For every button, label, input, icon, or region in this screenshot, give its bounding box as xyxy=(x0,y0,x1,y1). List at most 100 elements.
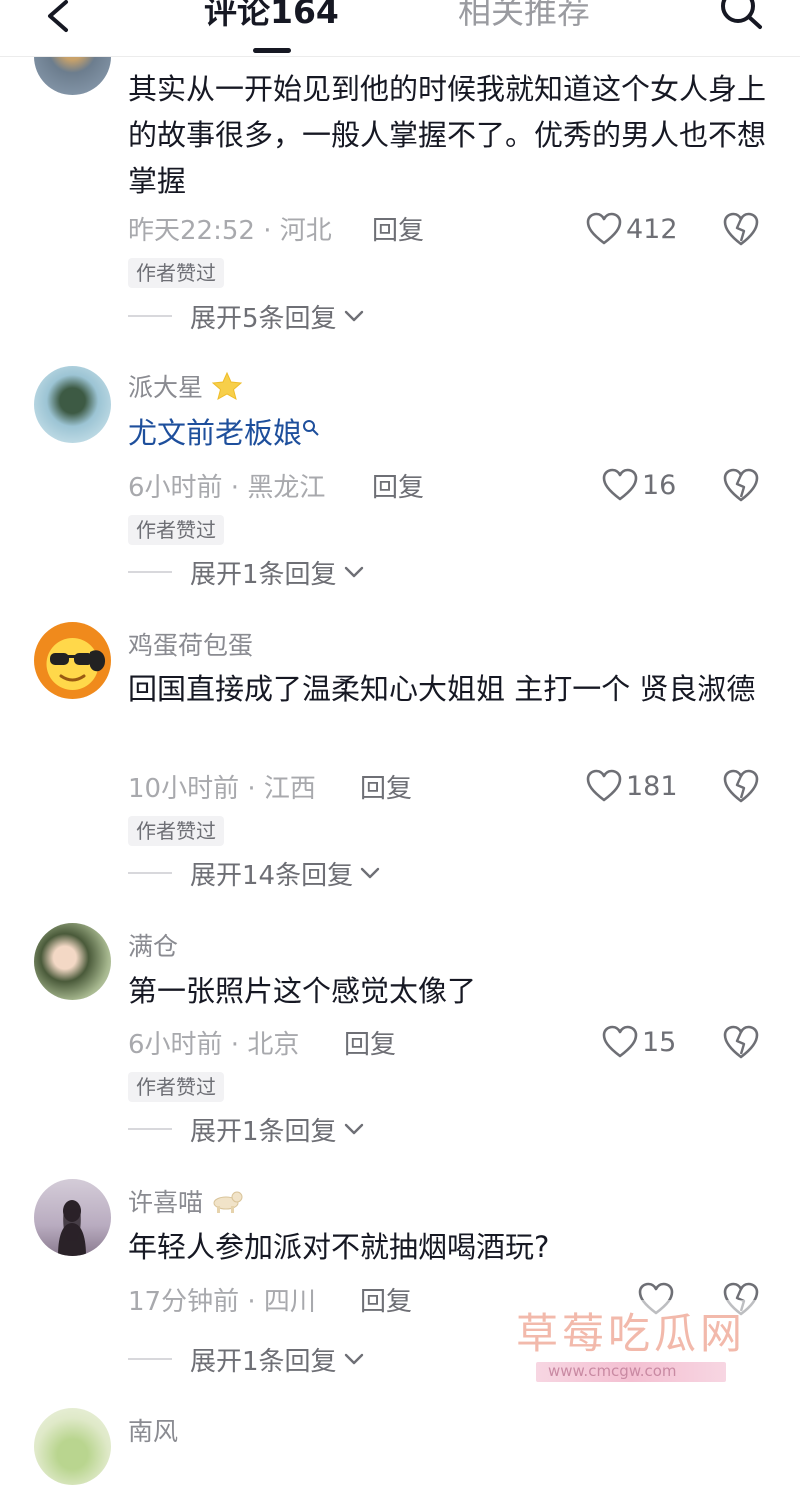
active-tab-indicator xyxy=(253,48,291,53)
reply-button[interactable]: 回复 xyxy=(360,1281,412,1318)
dislike-button[interactable] xyxy=(722,1024,760,1060)
heart-icon xyxy=(586,769,622,802)
divider-dash xyxy=(128,872,172,874)
meta-separator: · xyxy=(222,1030,248,1060)
broken-heart-icon xyxy=(723,212,759,246)
comment-header: 评论164 相关推荐 xyxy=(0,0,800,57)
expand-replies-button[interactable]: 展开1条回复 xyxy=(128,554,365,590)
dislike-button[interactable] xyxy=(722,467,760,503)
avatar[interactable] xyxy=(34,366,111,443)
comment-text: 尤文前老板娘 xyxy=(128,410,768,456)
chevron-down-icon xyxy=(344,1123,363,1135)
heart-icon xyxy=(602,468,638,501)
heart-icon xyxy=(586,212,622,245)
like-button[interactable]: 412 xyxy=(586,211,678,247)
expand-replies-label: 展开5条回复 xyxy=(190,303,337,334)
avatar[interactable] xyxy=(34,622,111,699)
search-keyword-link[interactable]: 尤文前老板娘 xyxy=(128,416,302,450)
chevron-down-icon xyxy=(344,310,363,322)
meta-separator: · xyxy=(222,473,248,503)
chevron-down-icon xyxy=(344,1353,363,1365)
heart-icon xyxy=(602,1025,638,1058)
comment-text: 第一张照片这个感觉太像了 xyxy=(128,974,477,1008)
sunglasses-smiley-icon xyxy=(46,638,106,690)
divider-dash xyxy=(128,315,172,317)
reply-button[interactable]: 回复 xyxy=(372,210,424,247)
author-liked-badge: 作者赞过 xyxy=(128,1072,224,1102)
expand-replies-label: 展开14条回复 xyxy=(190,860,354,891)
like-count: 412 xyxy=(626,213,678,245)
dislike-button[interactable] xyxy=(722,768,760,804)
watermark: 草莓吃瓜网 www.cmcgw.com xyxy=(468,1300,800,1390)
comment-meta: 6小时前 · 黑龙江 xyxy=(128,467,325,504)
comment-time: 昨天22:52 xyxy=(128,216,255,246)
comment-location: 黑龙江 xyxy=(247,473,326,503)
username-text: 许喜喵 xyxy=(128,1188,204,1217)
comment-time: 10小时前 xyxy=(128,774,240,804)
reply-button[interactable]: 回复 xyxy=(344,1024,396,1061)
comment-text: 其实从一开始见到他的时候我就知道这个女人身上的故事很多，一般人掌握不了。优秀的男… xyxy=(128,72,767,198)
chevron-down-icon xyxy=(360,867,380,879)
comment-meta: 17分钟前 · 四川 xyxy=(128,1281,316,1318)
like-button[interactable]: 15 xyxy=(602,1024,676,1060)
meta-separator: · xyxy=(239,774,264,804)
meta-separator: · xyxy=(254,216,280,246)
broken-heart-icon xyxy=(723,468,759,502)
comment-meta: 6小时前 · 北京 xyxy=(128,1024,299,1061)
like-count: 181 xyxy=(626,770,678,802)
tab-comments[interactable]: 评论164 xyxy=(204,0,339,32)
watermark-title: 草莓吃瓜网 xyxy=(516,1309,747,1358)
chevron-left-icon xyxy=(48,0,68,32)
broken-heart-icon xyxy=(723,1025,759,1059)
chevron-down-icon xyxy=(344,566,363,578)
comment-time: 17分钟前 xyxy=(128,1287,240,1317)
comment-location: 四川 xyxy=(263,1287,316,1317)
expand-replies-button[interactable]: 展开5条回复 xyxy=(128,298,365,334)
meta-separator: · xyxy=(239,1287,264,1317)
search-button[interactable] xyxy=(716,0,766,34)
person-silhouette-icon xyxy=(58,1200,86,1256)
username[interactable]: 鸡蛋荷包蛋 xyxy=(128,626,253,662)
avatar[interactable] xyxy=(34,923,111,1000)
username-text: 派大星 xyxy=(128,373,204,402)
search-icon xyxy=(721,0,762,29)
divider-dash xyxy=(128,1128,172,1130)
dislike-button[interactable] xyxy=(722,211,760,247)
comment-time: 6小时前 xyxy=(128,1030,223,1060)
expand-replies-button[interactable]: 展开1条回复 xyxy=(128,1341,365,1377)
tab-related[interactable]: 相关推荐 xyxy=(458,0,590,32)
like-count: 15 xyxy=(642,1026,677,1058)
username[interactable]: 派大星 xyxy=(128,368,243,404)
comment-location: 北京 xyxy=(247,1030,300,1060)
expand-replies-label: 展开1条回复 xyxy=(190,559,337,590)
expand-replies-label: 展开1条回复 xyxy=(190,1116,337,1147)
broken-heart-icon xyxy=(723,769,759,803)
like-count: 16 xyxy=(642,469,677,501)
reply-button[interactable]: 回复 xyxy=(372,467,424,504)
comment-text: 回国直接成了温柔知心大姐姐 主打一个 贤良淑德 xyxy=(128,672,756,706)
username[interactable]: 满仓 xyxy=(128,927,178,963)
search-icon xyxy=(303,420,319,436)
expand-replies-button[interactable]: 展开1条回复 xyxy=(128,1111,365,1147)
comment-location: 江西 xyxy=(263,774,316,804)
username[interactable]: 许喜喵 xyxy=(128,1183,245,1219)
username[interactable]: 南风 xyxy=(128,1412,178,1448)
expand-replies-label: 展开1条回复 xyxy=(190,1346,337,1377)
expand-replies-button[interactable]: 展开14条回复 xyxy=(128,855,381,891)
comment-time: 6小时前 xyxy=(128,473,223,503)
dog-emoji-icon xyxy=(213,1191,243,1213)
avatar[interactable] xyxy=(34,1179,111,1256)
star-emoji-icon xyxy=(211,371,243,401)
avatar[interactable] xyxy=(34,1408,111,1485)
author-liked-badge: 作者赞过 xyxy=(128,515,224,545)
comment-text: 年轻人参加派对不就抽烟喝酒玩? xyxy=(128,1230,550,1264)
divider-dash xyxy=(128,571,172,573)
like-button[interactable]: 181 xyxy=(586,768,678,804)
comment-location: 河北 xyxy=(279,216,332,246)
like-button[interactable]: 16 xyxy=(602,467,676,503)
comment-meta: 10小时前 · 江西 xyxy=(128,768,316,805)
back-button[interactable] xyxy=(40,0,80,36)
reply-button[interactable]: 回复 xyxy=(360,768,412,805)
divider-dash xyxy=(128,1358,172,1360)
comment-meta: 昨天22:52 · 河北 xyxy=(128,210,332,247)
